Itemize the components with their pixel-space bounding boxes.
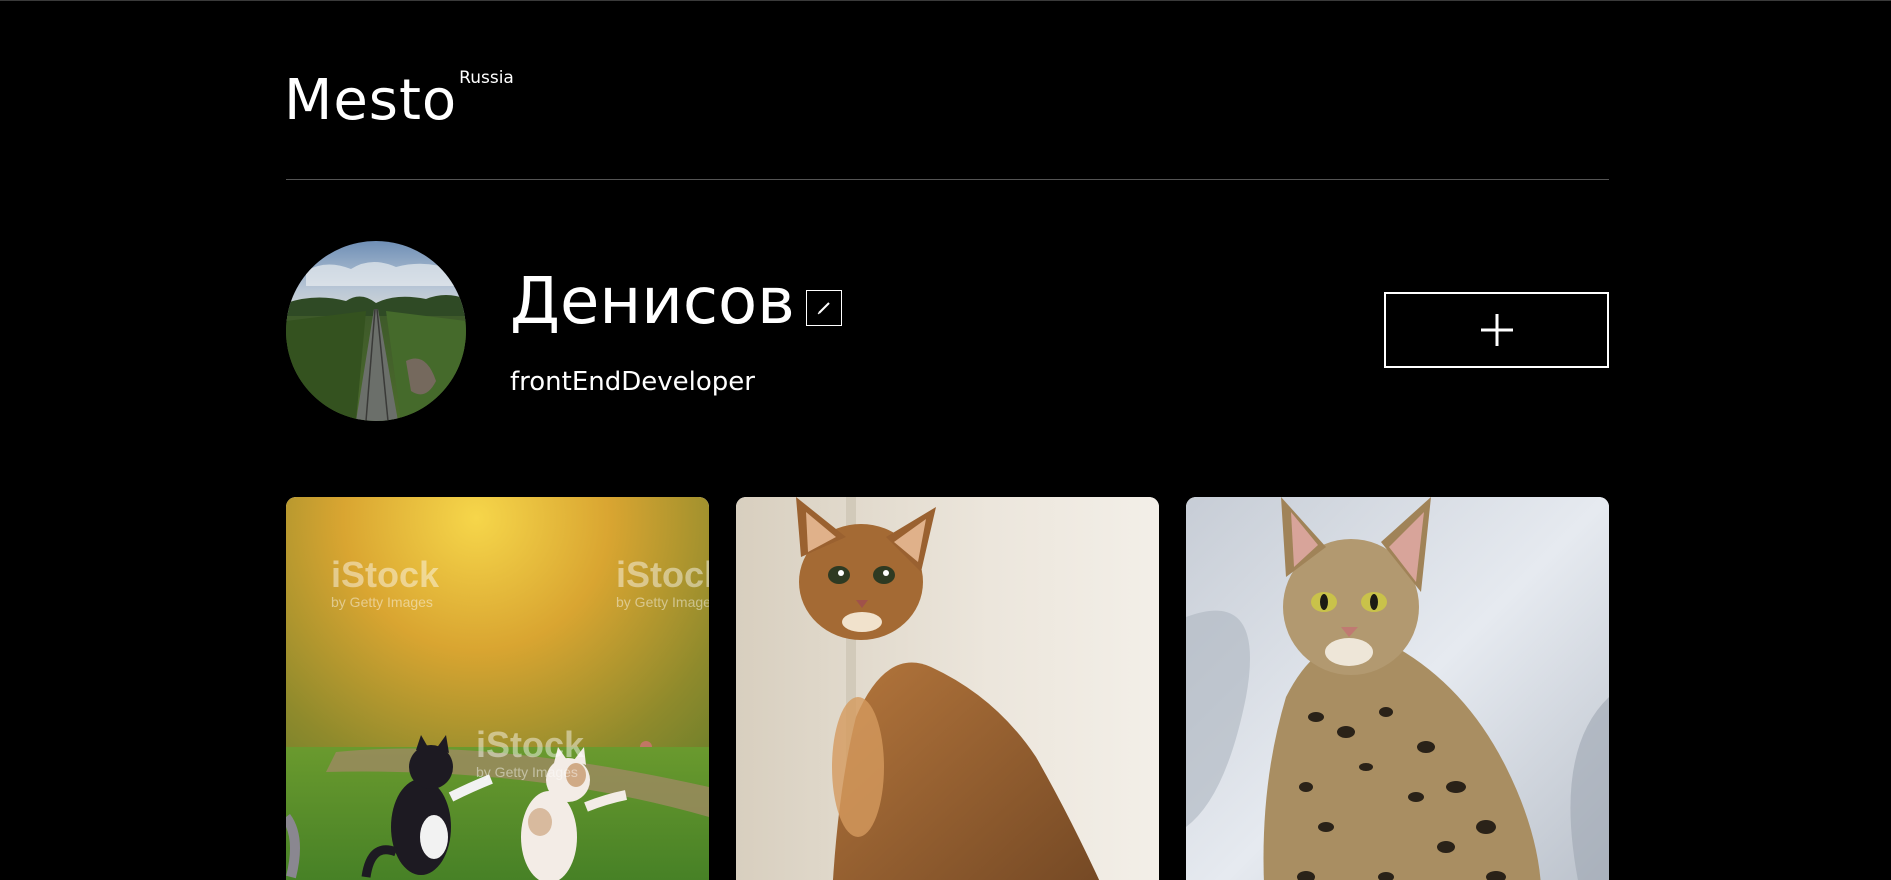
svg-text:by Getty Images: by Getty Images [331,594,433,610]
profile: Денисов frontEndDeveloper [286,241,1609,421]
logo: Mesto Russia [284,67,514,135]
card: iStock by Getty Images iStock by Getty I… [286,497,709,880]
cats-dancing-on-lawn-image: iStock by Getty Images iStock by Getty I… [286,497,709,880]
profile-name: Денисов [510,265,795,339]
abyssinian-cat-image [736,497,1159,880]
plus-icon [1480,314,1513,346]
cards-grid: iStock by Getty Images iStock by Getty I… [286,497,1609,880]
edit-profile-button[interactable] [806,290,842,326]
svg-text:iStock: iStock [616,554,709,595]
svg-text:by Getty Images: by Getty Images [616,594,709,610]
svg-text:iStock: iStock [476,724,585,765]
logo-text: Mesto [284,68,458,133]
page: Mesto Russia Денисов frontEndDeveloper i… [0,0,1891,880]
card-image[interactable] [736,497,1159,880]
logo-superscript: Russia [459,68,514,88]
pencil-icon [817,302,830,315]
card-image[interactable] [1186,497,1609,880]
card [1186,497,1609,880]
savannah-cat-image [1186,497,1609,880]
content-container: Mesto Russia Денисов frontEndDeveloper i… [284,1,1609,880]
card-image[interactable]: iStock by Getty Images iStock by Getty I… [286,497,709,880]
header: Mesto Russia [284,1,1609,180]
add-card-button[interactable] [1384,292,1609,368]
svg-text:by Getty Images: by Getty Images [476,764,578,780]
avatar[interactable] [286,241,466,421]
card [736,497,1159,880]
svg-text:iStock: iStock [331,554,440,595]
profile-job: frontEndDeveloper [510,367,755,397]
railway-through-forest-icon [286,241,466,421]
